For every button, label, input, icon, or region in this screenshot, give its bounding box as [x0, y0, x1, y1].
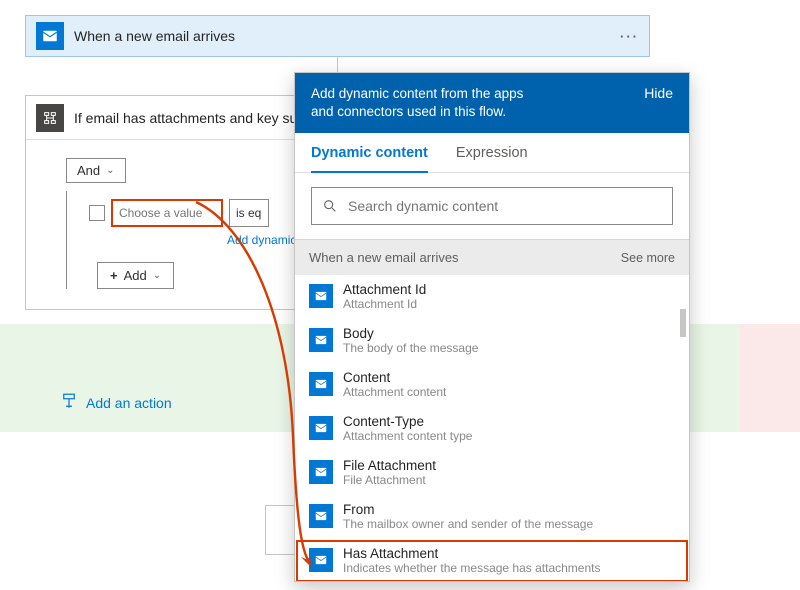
- see-more-link[interactable]: See more: [621, 251, 675, 265]
- item-title: Has Attachment: [343, 546, 600, 561]
- chevron-down-icon: ⌄: [153, 270, 161, 281]
- outlook-icon: [309, 504, 333, 528]
- dynamic-content-item[interactable]: File AttachmentFile Attachment: [295, 451, 689, 495]
- dynamic-content-list: Attachment IdAttachment IdBodyThe body o…: [295, 275, 689, 581]
- trigger-more-icon[interactable]: ···: [620, 29, 639, 44]
- add-condition-button[interactable]: + Add ⌄: [97, 262, 174, 289]
- if-no-band: [740, 324, 800, 432]
- group-title: When a new email arrives: [309, 250, 459, 265]
- dynamic-content-popover: Add dynamic content from the apps and co…: [294, 72, 690, 582]
- condition-row-checkbox[interactable]: [89, 205, 105, 221]
- popover-tabs: Dynamic content Expression: [295, 133, 689, 173]
- choose-value-input[interactable]: [111, 199, 223, 227]
- hide-link[interactable]: Hide: [644, 85, 673, 101]
- outlook-icon: [309, 372, 333, 396]
- outlook-icon: [309, 328, 333, 352]
- item-title: From: [343, 502, 593, 517]
- group-header: When a new email arrives See more: [295, 239, 689, 275]
- item-desc: Indicates whether the message has attach…: [343, 561, 600, 576]
- item-desc: Attachment content type: [343, 429, 472, 444]
- item-desc: Attachment content: [343, 385, 446, 400]
- popover-heading-line2: and connectors used in this flow.: [311, 103, 634, 121]
- item-title: Content-Type: [343, 414, 472, 429]
- comparison-operator-select[interactable]: is eq: [229, 199, 269, 227]
- dynamic-content-item[interactable]: Content-TypeAttachment content type: [295, 407, 689, 451]
- outlook-icon: [309, 548, 333, 572]
- dynamic-content-item[interactable]: Attachment IdAttachment Id: [295, 275, 689, 319]
- dynamic-content-item[interactable]: FromThe mailbox owner and sender of the …: [295, 495, 689, 539]
- search-box[interactable]: [311, 187, 673, 225]
- popover-heading-line1: Add dynamic content from the apps: [311, 85, 634, 103]
- dynamic-content-item[interactable]: ContentAttachment content: [295, 363, 689, 407]
- logic-operator-label: And: [77, 163, 100, 178]
- item-title: Attachment Id: [343, 282, 426, 297]
- item-desc: The mailbox owner and sender of the mess…: [343, 517, 593, 532]
- outlook-icon: [36, 22, 64, 50]
- tab-dynamic-content[interactable]: Dynamic content: [311, 133, 428, 173]
- item-desc: The body of the message: [343, 341, 478, 356]
- dynamic-content-item[interactable]: Has AttachmentIndicates whether the mess…: [295, 539, 689, 581]
- add-action-icon: [60, 392, 78, 413]
- search-input[interactable]: [348, 198, 662, 214]
- outlook-icon: [309, 460, 333, 484]
- item-title: File Attachment: [343, 458, 436, 473]
- scrollbar-thumb[interactable]: [680, 309, 686, 337]
- control-icon: [36, 104, 64, 132]
- item-title: Body: [343, 326, 478, 341]
- chevron-down-icon: ⌄: [106, 165, 114, 176]
- dynamic-content-item[interactable]: BodyThe body of the message: [295, 319, 689, 363]
- tab-expression[interactable]: Expression: [456, 133, 528, 172]
- logic-operator-dropdown[interactable]: And ⌄: [66, 158, 126, 183]
- add-action-label: Add an action: [86, 395, 172, 411]
- add-condition-label: Add: [124, 268, 147, 283]
- outlook-icon: [309, 416, 333, 440]
- item-title: Content: [343, 370, 446, 385]
- plus-icon: +: [110, 268, 118, 283]
- trigger-card[interactable]: When a new email arrives ···: [25, 15, 650, 57]
- item-desc: File Attachment: [343, 473, 436, 488]
- add-action-button[interactable]: Add an action: [60, 392, 172, 413]
- outlook-icon: [309, 284, 333, 308]
- comparison-operator-label: is eq: [236, 206, 261, 220]
- search-icon: [322, 198, 338, 214]
- popover-header: Add dynamic content from the apps and co…: [295, 73, 689, 133]
- item-desc: Attachment Id: [343, 297, 426, 312]
- trigger-title: When a new email arrives: [74, 28, 610, 44]
